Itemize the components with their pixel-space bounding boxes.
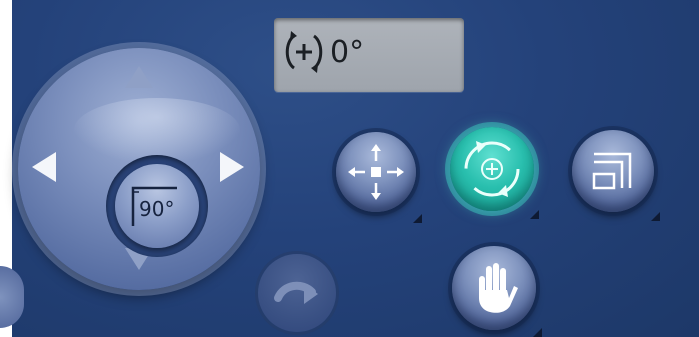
rotate-button[interactable] [450,127,534,211]
arrow-up-icon[interactable] [125,66,153,88]
rotation-readout: 0° [274,18,464,92]
hand-icon [479,263,518,313]
move-button[interactable] [336,132,416,212]
rotate-icon [464,141,520,197]
rotate-menu-indicator-icon [530,210,539,219]
dpad-highlight [74,98,240,162]
stage: 0° 90° [0,0,699,337]
redo-button[interactable] [258,254,336,332]
rotation-value: 0° [330,35,365,70]
rotate-cw-icon [285,31,323,73]
arrow-right-icon[interactable] [220,152,244,182]
scale-menu-indicator-icon [651,212,660,221]
arrow-left-icon[interactable] [32,152,56,182]
pan-button[interactable] [452,246,536,330]
move-menu-indicator-icon [413,214,422,223]
scale-button[interactable] [572,130,654,212]
rotate-90-button[interactable]: 90° [115,164,199,248]
move-arrows-icon [348,144,404,200]
rotate-90-label: 90° [139,197,175,221]
scale-icon [592,152,632,190]
pan-menu-indicator-icon [533,328,542,337]
redo-arrow-icon [274,281,318,304]
